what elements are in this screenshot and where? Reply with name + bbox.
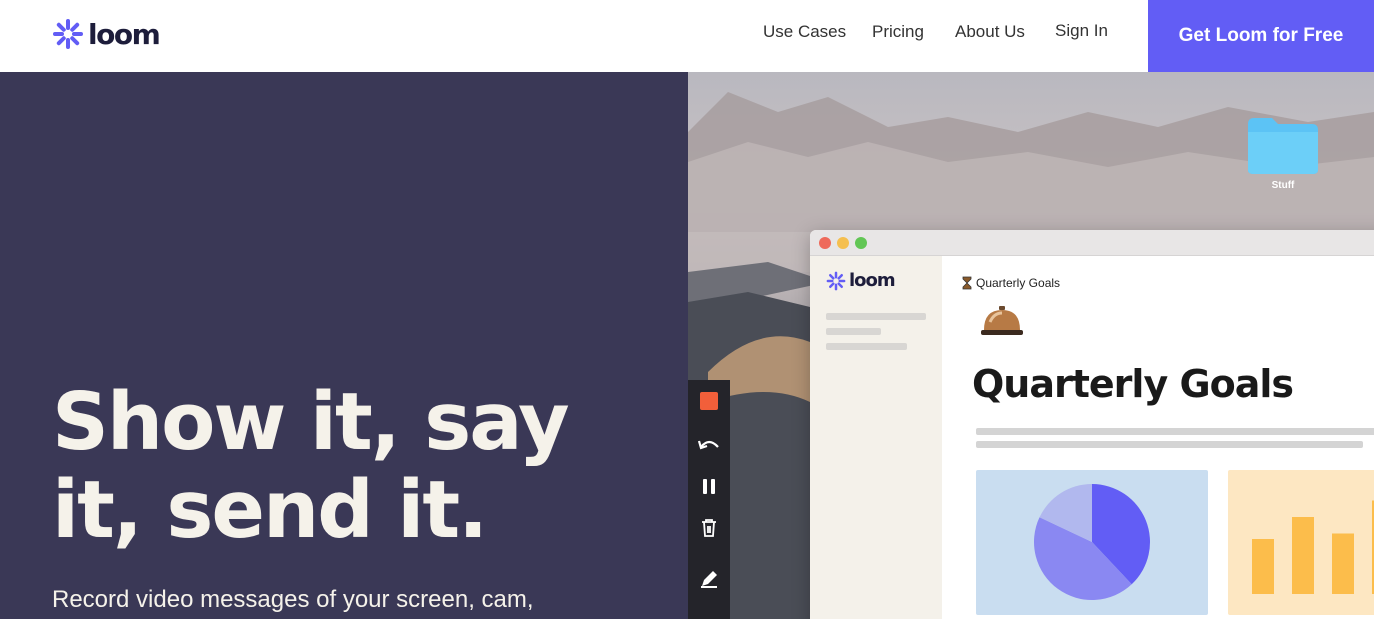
close-window-button[interactable] xyxy=(819,237,831,249)
folder-icon[interactable] xyxy=(1246,116,1320,176)
loom-starburst-icon xyxy=(826,271,846,290)
loom-starburst-icon xyxy=(53,19,83,49)
folder-label: Stuff xyxy=(1271,180,1295,191)
sidebar-placeholder-line xyxy=(826,313,926,320)
bar xyxy=(1292,517,1314,594)
breadcrumb-label: Quarterly Goals xyxy=(976,276,1061,290)
service-bell-icon xyxy=(981,306,1023,335)
nav-link-pricing[interactable]: Pricing xyxy=(872,22,924,42)
loom-logo[interactable]: loom xyxy=(52,16,161,52)
stop-icon[interactable] xyxy=(688,380,730,422)
breadcrumb[interactable]: Quarterly Goals xyxy=(962,276,1060,290)
text-placeholder-line xyxy=(976,441,1363,448)
hero-illustration: Stuff loom Quarterly Goals Quarterly Goa… xyxy=(688,72,1374,619)
undo-icon[interactable] xyxy=(688,423,730,465)
pie-chart xyxy=(1034,484,1150,600)
logo-text: loom xyxy=(88,17,161,51)
document-title: Quarterly Goals xyxy=(972,362,1294,406)
nav-link-sign-in[interactable]: Sign In xyxy=(1055,21,1108,41)
sidebar-logo[interactable]: loom xyxy=(826,270,896,291)
app-window: loom Quarterly Goals Quarterly Goals xyxy=(810,230,1374,619)
document-panel: Quarterly Goals Quarterly Goals xyxy=(942,256,1374,619)
recorder-toolbar xyxy=(688,380,730,619)
trash-icon[interactable] xyxy=(688,507,730,549)
bar-chart-card xyxy=(1228,470,1374,615)
bar xyxy=(1332,533,1354,594)
nav-link-use-cases[interactable]: Use Cases xyxy=(763,22,846,42)
sidebar-logo-text: loom xyxy=(849,270,896,291)
sidebar-placeholder-line xyxy=(826,343,907,350)
hero-headline: Show it, say it, send it. xyxy=(52,376,570,556)
hourglass-icon xyxy=(962,276,972,290)
maximize-window-button[interactable] xyxy=(855,237,867,249)
top-nav: loom Use Cases Pricing About Us Sign In … xyxy=(0,0,1374,72)
text-placeholder-line xyxy=(976,428,1374,435)
nav-link-about-us[interactable]: About Us xyxy=(955,22,1025,42)
bar xyxy=(1252,539,1274,594)
minimize-window-button[interactable] xyxy=(837,237,849,249)
hero-subline: Record video messages of your screen, ca… xyxy=(52,586,534,613)
bar-chart xyxy=(1252,500,1374,594)
pen-icon[interactable] xyxy=(688,558,730,600)
sidebar-placeholder-line xyxy=(826,328,881,335)
pie-chart-card xyxy=(976,470,1208,615)
pause-icon[interactable] xyxy=(688,465,730,507)
app-sidebar: loom xyxy=(810,256,942,619)
get-loom-free-button[interactable]: Get Loom for Free xyxy=(1148,0,1374,72)
hero-panel: Show it, say it, send it. Record video m… xyxy=(0,72,688,619)
window-titlebar xyxy=(810,230,1374,256)
